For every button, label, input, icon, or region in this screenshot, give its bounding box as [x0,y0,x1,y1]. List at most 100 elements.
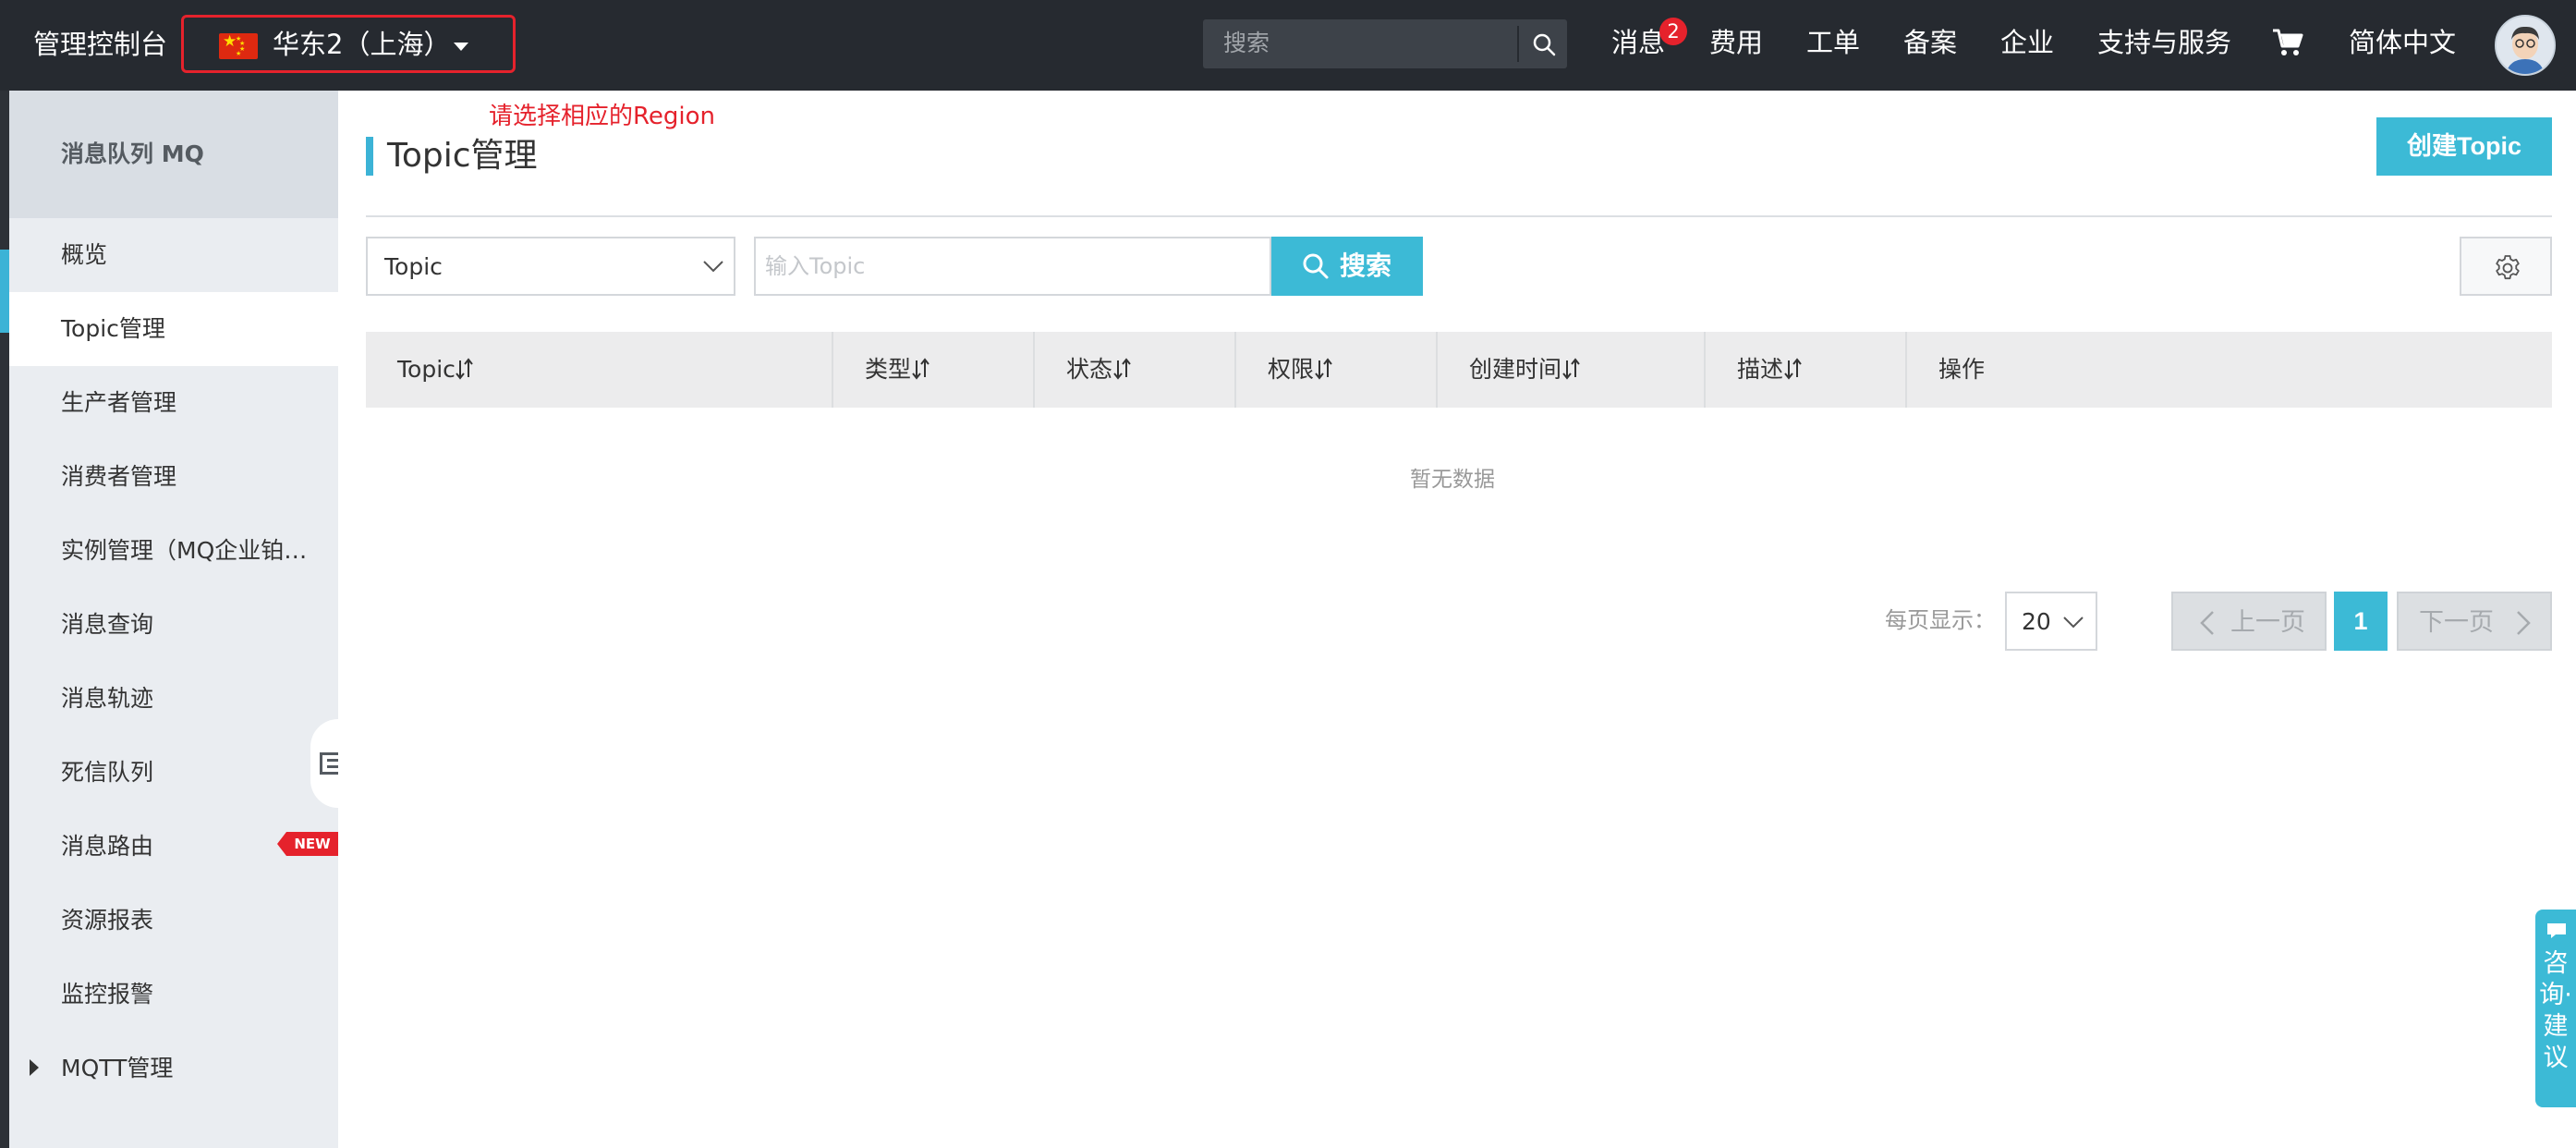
filter-select-value: Topic [384,253,443,280]
sort-icon[interactable] [1783,355,1804,383]
page-title: Topic管理 [387,137,538,175]
title-accent-bar [366,137,373,176]
column-header-label: 状态 [1066,356,1113,383]
new-badge: NEW [277,832,338,856]
sidebar-item-consumer-management[interactable]: 消费者管理 [9,440,338,514]
sidebar-item-label: 消费者管理 [61,463,177,490]
sort-icon[interactable] [911,355,931,383]
nav-messages[interactable]: 消息 [1611,24,1665,61]
column-header-topic[interactable]: Topic [366,332,832,408]
page-size-select[interactable]: 20 [2005,592,2097,651]
chevron-down-icon [703,261,723,273]
column-header-permission[interactable]: 权限 [1234,332,1436,408]
messages-count-badge: 2 [1659,18,1687,45]
sidebar-product-title: 消息队列 MQ [61,140,204,167]
sidebar-item-label: 消息轨迹 [61,685,154,712]
sidebar-item-instance-management[interactable]: 实例管理（MQ企业铂… [9,514,338,588]
column-header-actions: 操作 [1905,332,2552,408]
column-header-label: 操作 [1938,356,1986,383]
avatar[interactable] [2495,15,2556,76]
sidebar-item-monitoring-alerts[interactable]: 监控报警 [9,958,338,1032]
table-settings-button[interactable] [2460,237,2552,296]
sidebar-item-label: 消息查询 [61,611,154,638]
sort-icon[interactable] [1314,355,1334,383]
search-button[interactable]: 搜索 [1271,237,1423,296]
column-header-label: 类型 [865,356,912,383]
region-selector[interactable]: ★ ★ ★ ★ ★ 华东2（上海） [181,15,516,73]
nav-billing[interactable]: 费用 [1709,24,1763,61]
sidebar: 消息队列 MQ 概览 Topic管理 生产者管理 消费者管理 实例管理（MQ企业… [9,91,338,1148]
chevron-left-icon [2200,611,2214,635]
topic-search-input[interactable] [754,237,1271,296]
search-placeholder: 搜索 [1223,30,1270,56]
china-flag-icon: ★ ★ ★ ★ ★ [219,33,258,59]
column-header-description[interactable]: 描述 [1704,332,1905,408]
rail-active-indicator [0,250,9,333]
chevron-down-icon [2063,617,2084,629]
search-divider [1517,26,1519,62]
sidebar-item-label: Topic管理 [61,315,165,342]
sidebar-item-mqtt-management[interactable]: MQTT管理 [9,1032,338,1105]
next-page-label: 下一页 [2419,608,2494,637]
sidebar-item-message-query[interactable]: 消息查询 [9,588,338,662]
consult-tab-label: 咨询·建议 [2539,949,2572,1072]
sidebar-item-producer-management[interactable]: 生产者管理 [9,366,338,440]
search-icon[interactable] [1530,31,1558,58]
sidebar-item-resource-report[interactable]: 资源报表 [9,884,338,958]
sidebar-item-dead-letter-queue[interactable]: 死信队列 [9,736,338,810]
region-tip-annotation: 请选择相应的Region [489,103,716,130]
page-1-button[interactable]: 1 [2334,592,2388,651]
expand-arrow-icon [30,1059,39,1076]
table-header: Topic 类型 状态 权限 创建时间 描述 操作 [366,332,2552,408]
nav-icp[interactable]: 备案 [1903,24,1957,61]
sidebar-item-label: 生产者管理 [61,389,177,416]
sidebar-item-message-trace[interactable]: 消息轨迹 [9,662,338,736]
sort-icon[interactable] [1561,355,1582,383]
chat-icon [2547,923,2566,938]
sidebar-item-label: 资源报表 [61,907,154,934]
column-header-created-time[interactable]: 创建时间 [1436,332,1704,408]
search-button-label: 搜索 [1340,251,1392,280]
title-divider [366,215,2552,217]
sidebar-item-overview[interactable]: 概览 [9,218,338,292]
per-page-label: 每页显示： [1885,607,1996,633]
region-label: 华东2（上海） [273,29,451,60]
chevron-right-icon [2517,611,2531,635]
sort-icon[interactable] [455,355,475,383]
filter-field-select[interactable]: Topic [366,237,735,296]
console-title[interactable]: 管理控制台 [33,26,167,63]
column-header-type[interactable]: 类型 [832,332,1033,408]
sidebar-item-topic-management[interactable]: Topic管理 [9,292,338,366]
consult-feedback-tab[interactable]: 咨询·建议 [2535,910,2576,1107]
gear-icon [2496,255,2520,280]
nav-enterprise[interactable]: 企业 [2000,24,2054,61]
sidebar-item-label: MQTT管理 [61,1055,174,1081]
nav-tickets[interactable]: 工单 [1806,24,1860,61]
global-search[interactable]: 搜索 [1203,19,1567,68]
column-header-label: 描述 [1737,356,1784,383]
sidebar-item-label: 死信队列 [61,759,154,786]
top-navbar: 管理控制台 ★ ★ ★ ★ ★ 华东2（上海） 搜索 消息 2 费用 工单 备案… [0,0,2576,91]
search-icon [1303,253,1329,279]
prev-page-label: 上一页 [2230,608,2305,637]
nav-support[interactable]: 支持与服务 [2097,24,2231,61]
nav-language[interactable]: 简体中文 [2349,24,2456,61]
create-topic-button[interactable]: 创建Topic [2376,117,2552,176]
sidebar-item-label: 实例管理（MQ企业铂… [61,537,308,564]
next-page-button[interactable]: 下一页 [2397,592,2552,651]
sidebar-item-label: 监控报警 [61,981,154,1008]
prev-page-button[interactable]: 上一页 [2171,592,2327,651]
sidebar-header: 消息队列 MQ [9,91,338,218]
sidebar-item-message-routing[interactable]: 消息路由 NEW [9,810,338,884]
sort-icon[interactable] [1112,355,1133,383]
collapse-icon [320,752,338,775]
sidebar-item-label: 消息路由 [61,833,154,860]
column-header-label: 权限 [1268,356,1315,383]
column-header-status[interactable]: 状态 [1033,332,1234,408]
caret-down-icon [454,43,468,51]
page-size-value: 20 [2022,608,2051,635]
column-header-label: 创建时间 [1469,356,1562,383]
cart-icon[interactable] [2271,26,2304,59]
column-header-label: Topic [397,356,456,383]
sidebar-collapse-toggle[interactable] [310,719,338,808]
